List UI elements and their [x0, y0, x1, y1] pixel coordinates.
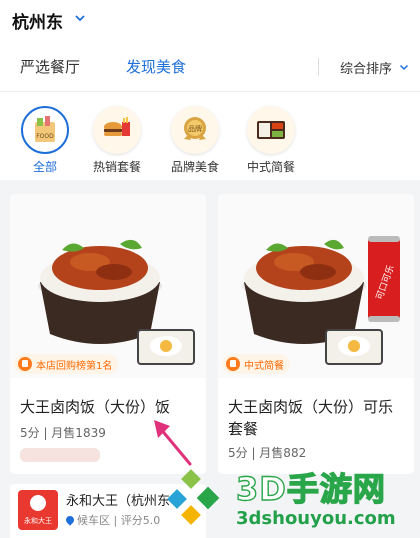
watermark: 3D手游网 3dshouyou.com	[166, 464, 420, 538]
brand-medal-icon: 品牌	[171, 106, 219, 154]
category-all[interactable]: FOOD 全部	[10, 102, 80, 176]
divider	[318, 58, 319, 76]
watermark-logo-icon	[167, 469, 220, 525]
watermark-url: 3dshouyou.com	[236, 508, 396, 529]
watermark-title: 3D手游网	[235, 469, 386, 508]
category-chinese-meals[interactable]: 中式简餐	[236, 102, 306, 176]
dish-meta: 5分 | 月售882	[228, 446, 307, 460]
tab-bar: 严选餐厅 发现美食 综合排序	[0, 38, 420, 92]
category-brand-food[interactable]: 品牌 品牌美食	[160, 102, 230, 176]
thumbs-up-icon	[18, 357, 32, 371]
dish-name: 大王卤肉饭（大份）饭	[20, 398, 171, 416]
bento-box-icon	[247, 106, 295, 154]
tab-selected-restaurants[interactable]: 严选餐厅	[20, 56, 80, 77]
thumbs-up-icon	[226, 357, 240, 371]
rank-badge: 本店回购榜第1名	[14, 354, 119, 374]
food-bag-icon: FOOD	[21, 106, 69, 154]
sort-dropdown[interactable]: 综合排序	[340, 58, 392, 77]
location-pin-icon	[64, 514, 76, 526]
city-selector[interactable]: 杭州东	[12, 8, 63, 33]
category-row: FOOD 全部 热销套餐 品牌 品牌美食 中式简餐	[0, 92, 420, 180]
chevron-down-icon[interactable]	[399, 62, 409, 72]
burger-meal-icon	[93, 106, 141, 154]
category-label: 中式简餐	[246, 160, 295, 174]
category-badge: 中式简餐	[222, 354, 290, 374]
dish-name: 大王卤肉饭（大份）可乐套餐	[228, 398, 394, 438]
shop-meta: 候车区 | 评分5.0	[64, 512, 160, 528]
blurred-price	[20, 448, 100, 462]
food-badge-text: FOOD	[36, 133, 54, 140]
category-badge-text: 中式简餐	[244, 360, 284, 372]
category-hot-meals[interactable]: 热销套餐	[82, 102, 152, 176]
tab-discover-food[interactable]: 发现美食	[126, 56, 186, 77]
food-photo: 本店回购榜第1名	[10, 194, 206, 378]
dish-meta: 5分 | 月售1839	[20, 426, 106, 440]
food-card[interactable]: 可口可乐 中式简餐 大王卤肉饭（大份）可乐套餐 5分 | 月售882	[218, 194, 414, 474]
chevron-down-icon[interactable]	[74, 12, 86, 24]
brand-badge-text: 品牌	[188, 124, 202, 133]
top-bar: 杭州东	[0, 0, 420, 38]
category-label: 品牌美食	[170, 160, 219, 174]
category-label: 热销套餐	[92, 160, 141, 174]
annotation-arrow-icon	[154, 420, 192, 466]
shop-logo: 永和大王	[18, 490, 58, 530]
category-label: 全部	[32, 160, 57, 174]
rank-badge-text: 本店回购榜第1名	[36, 360, 113, 372]
food-photo: 可口可乐 中式简餐	[218, 194, 414, 378]
